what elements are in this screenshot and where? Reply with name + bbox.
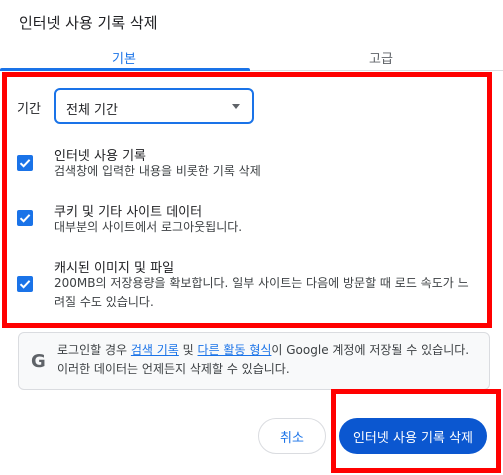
search-history-link[interactable]: 검색 기록 — [131, 343, 179, 357]
notice-text-part: 로그인할 경우 — [57, 343, 131, 357]
cancel-button[interactable]: 취소 — [258, 418, 326, 454]
notice-text-part: 및 — [178, 343, 198, 357]
dialog-title: 인터넷 사용 기록 삭제 — [19, 14, 158, 32]
highlight-box-delete — [331, 389, 501, 473]
highlight-box-options — [2, 72, 492, 328]
tab-bar: 기본 고급 — [0, 48, 503, 70]
notice-text: 로그인할 경우 검색 기록 및 다른 활동 형식이 Google 계정에 저장될… — [57, 341, 482, 379]
google-account-notice: G 로그인할 경우 검색 기록 및 다른 활동 형식이 Google 계정에 저… — [18, 332, 490, 390]
tab-advanced[interactable]: 고급 — [369, 48, 393, 67]
tab-basic[interactable]: 기본 — [112, 48, 136, 67]
other-activity-link[interactable]: 다른 활동 형식 — [198, 343, 272, 357]
active-tab-indicator — [0, 68, 250, 71]
google-g-icon: G — [31, 351, 46, 372]
